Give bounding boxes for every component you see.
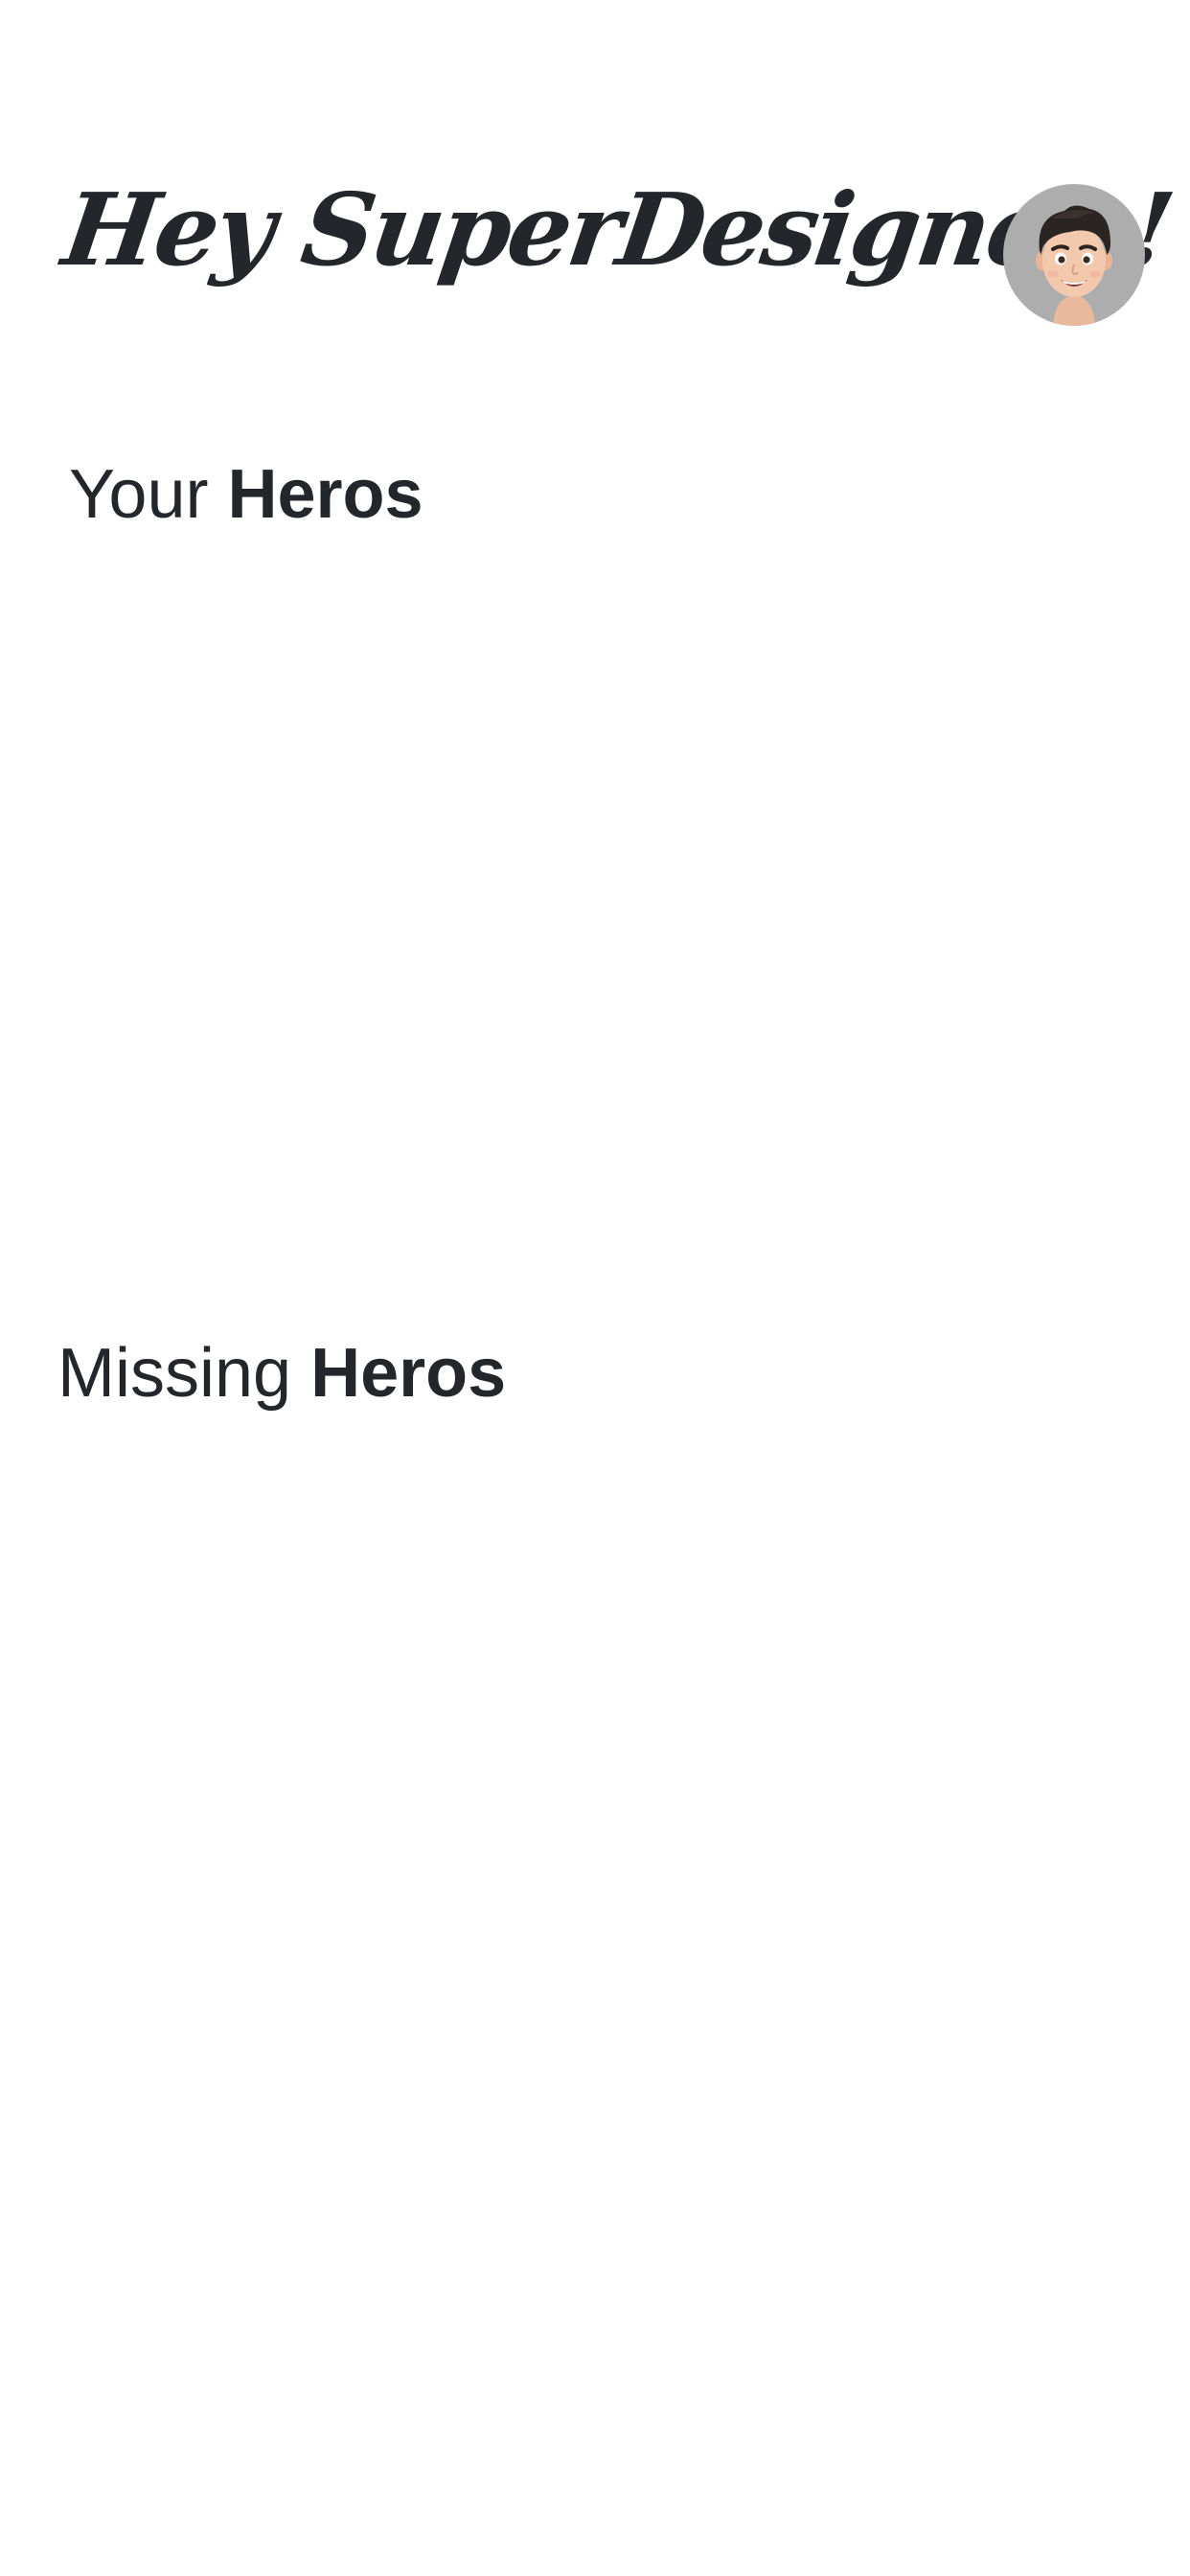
your-heros-emphasis: Heros: [227, 456, 423, 533]
missing-heros-prefix: Missing: [57, 1335, 292, 1412]
missing-heros-list: [0, 1438, 1190, 2492]
your-heros-list: [0, 556, 1190, 1284]
your-heros-heading: Your Heros: [69, 460, 423, 529]
avatar[interactable]: [1003, 184, 1145, 326]
missing-heros-emphasis: Heros: [310, 1335, 507, 1412]
your-heros-prefix: Your: [69, 456, 209, 533]
memoji-avatar-icon: [1036, 205, 1112, 326]
missing-heros-heading: Missing Heros: [57, 1339, 506, 1408]
